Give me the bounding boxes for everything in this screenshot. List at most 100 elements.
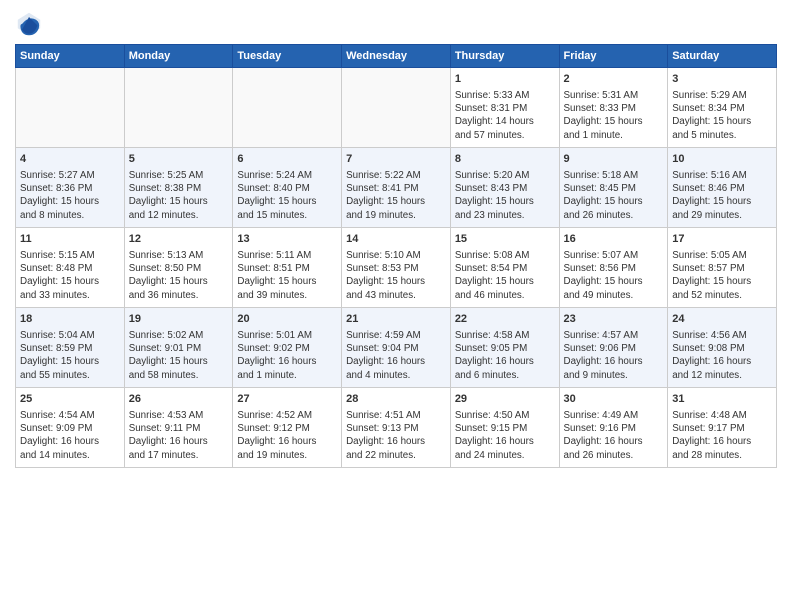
- day-cell: 12 Sunrise: 5:13 AM Sunset: 8:50 PM Dayli…: [124, 228, 233, 308]
- day-info: Sunrise: 4:48 AM Sunset: 9:17 PM Dayligh…: [672, 409, 772, 462]
- day-info: Sunrise: 5:16 AM Sunset: 8:46 PM Dayligh…: [672, 169, 772, 222]
- day-number: 20: [237, 312, 337, 327]
- day-cell: 15Sunrise: 5:08 AM Sunset: 8:54 PM Dayli…: [450, 228, 559, 308]
- day-number: 19: [129, 312, 229, 327]
- day-cell: 13Sunrise: 5:11 AM Sunset: 8:51 PM Dayli…: [233, 228, 342, 308]
- day-number: 4: [20, 152, 120, 167]
- day-number: 2: [564, 72, 664, 87]
- day-cell: 8 Sunrise: 5:20 AM Sunset: 8:43 PM Daylig…: [450, 148, 559, 228]
- day-cell: 27 Sunrise: 4:52 AM Sunset: 9:12 PM Dayli…: [233, 388, 342, 468]
- day-info: Sunrise: 5:13 AM Sunset: 8:50 PM Dayligh…: [129, 249, 229, 302]
- week-row-1: 4 Sunrise: 5:27 AM Sunset: 8:36 PM Daylig…: [16, 148, 777, 228]
- day-info: Sunrise: 5:02 AM Sunset: 9:01 PM Dayligh…: [129, 329, 229, 382]
- day-info: Sunrise: 4:53 AM Sunset: 9:11 PM Dayligh…: [129, 409, 229, 462]
- day-cell: 3 Sunrise: 5:29 AM Sunset: 8:34 PM Daylig…: [668, 68, 777, 148]
- day-cell: 18Sunrise: 5:04 AM Sunset: 8:59 PM Dayli…: [16, 308, 125, 388]
- page: SundayMondayTuesdayWednesdayThursdayFrid…: [0, 0, 792, 612]
- day-number: 12: [129, 232, 229, 247]
- day-cell: 9Sunrise: 5:18 AM Sunset: 8:45 PM Daylig…: [559, 148, 668, 228]
- day-number: 13: [237, 232, 337, 247]
- day-number: 31: [672, 392, 772, 407]
- day-cell: [16, 68, 125, 148]
- day-info: Sunrise: 5:01 AM Sunset: 9:02 PM Dayligh…: [237, 329, 337, 382]
- day-cell: 2 Sunrise: 5:31 AM Sunset: 8:33 PM Daylig…: [559, 68, 668, 148]
- day-number: 16: [564, 232, 664, 247]
- day-number: 23: [564, 312, 664, 327]
- day-info: Sunrise: 5:33 AM Sunset: 8:31 PM Dayligh…: [455, 89, 555, 142]
- day-cell: 31 Sunrise: 4:48 AM Sunset: 9:17 PM Dayli…: [668, 388, 777, 468]
- day-cell: 30 Sunrise: 4:49 AM Sunset: 9:16 PM Dayli…: [559, 388, 668, 468]
- day-info: Sunrise: 5:25 AM Sunset: 8:38 PM Dayligh…: [129, 169, 229, 222]
- day-number: 17: [672, 232, 772, 247]
- day-info: Sunrise: 4:58 AM Sunset: 9:05 PM Dayligh…: [455, 329, 555, 382]
- col-header-saturday: Saturday: [668, 45, 777, 68]
- day-info: Sunrise: 4:54 AM Sunset: 9:09 PM Dayligh…: [20, 409, 120, 462]
- day-cell: 10 Sunrise: 5:16 AM Sunset: 8:46 PM Dayli…: [668, 148, 777, 228]
- day-number: 8: [455, 152, 555, 167]
- header-row: SundayMondayTuesdayWednesdayThursdayFrid…: [16, 45, 777, 68]
- day-cell: 7 Sunrise: 5:22 AM Sunset: 8:41 PM Daylig…: [342, 148, 451, 228]
- day-number: 10: [672, 152, 772, 167]
- day-info: Sunrise: 5:29 AM Sunset: 8:34 PM Dayligh…: [672, 89, 772, 142]
- day-number: 25: [20, 392, 120, 407]
- logo: [15, 10, 47, 38]
- day-info: Sunrise: 4:56 AM Sunset: 9:08 PM Dayligh…: [672, 329, 772, 382]
- day-cell: 6 Sunrise: 5:24 AM Sunset: 8:40 PM Daylig…: [233, 148, 342, 228]
- day-number: 28: [346, 392, 446, 407]
- day-number: 21: [346, 312, 446, 327]
- day-info: Sunrise: 5:05 AM Sunset: 8:57 PM Dayligh…: [672, 249, 772, 302]
- day-cell: 17 Sunrise: 5:05 AM Sunset: 8:57 PM Dayli…: [668, 228, 777, 308]
- day-number: 3: [672, 72, 772, 87]
- day-cell: 16 Sunrise: 5:07 AM Sunset: 8:56 PM Dayli…: [559, 228, 668, 308]
- col-header-thursday: Thursday: [450, 45, 559, 68]
- day-cell: 14 Sunrise: 5:10 AM Sunset: 8:53 PM Dayli…: [342, 228, 451, 308]
- day-info: Sunrise: 5:24 AM Sunset: 8:40 PM Dayligh…: [237, 169, 337, 222]
- day-cell: 28Sunrise: 4:51 AM Sunset: 9:13 PM Dayli…: [342, 388, 451, 468]
- day-number: 29: [455, 392, 555, 407]
- day-info: Sunrise: 4:52 AM Sunset: 9:12 PM Dayligh…: [237, 409, 337, 462]
- day-number: 27: [237, 392, 337, 407]
- day-number: 7: [346, 152, 446, 167]
- logo-icon: [15, 10, 43, 38]
- week-row-3: 18Sunrise: 5:04 AM Sunset: 8:59 PM Dayli…: [16, 308, 777, 388]
- day-number: 6: [237, 152, 337, 167]
- day-info: Sunrise: 4:57 AM Sunset: 9:06 PM Dayligh…: [564, 329, 664, 382]
- day-number: 14: [346, 232, 446, 247]
- col-header-tuesday: Tuesday: [233, 45, 342, 68]
- day-number: 30: [564, 392, 664, 407]
- day-number: 26: [129, 392, 229, 407]
- col-header-sunday: Sunday: [16, 45, 125, 68]
- day-cell: 1Sunrise: 5:33 AM Sunset: 8:31 PM Daylig…: [450, 68, 559, 148]
- day-cell: 29 Sunrise: 4:50 AM Sunset: 9:15 PM Dayli…: [450, 388, 559, 468]
- day-info: Sunrise: 5:07 AM Sunset: 8:56 PM Dayligh…: [564, 249, 664, 302]
- day-cell: 23 Sunrise: 4:57 AM Sunset: 9:06 PM Dayli…: [559, 308, 668, 388]
- day-cell: 19 Sunrise: 5:02 AM Sunset: 9:01 PM Dayli…: [124, 308, 233, 388]
- day-cell: 5 Sunrise: 5:25 AM Sunset: 8:38 PM Daylig…: [124, 148, 233, 228]
- day-cell: [124, 68, 233, 148]
- day-cell: 20 Sunrise: 5:01 AM Sunset: 9:02 PM Dayli…: [233, 308, 342, 388]
- day-number: 24: [672, 312, 772, 327]
- week-row-4: 25 Sunrise: 4:54 AM Sunset: 9:09 PM Dayli…: [16, 388, 777, 468]
- day-info: Sunrise: 5:15 AM Sunset: 8:48 PM Dayligh…: [20, 249, 120, 302]
- day-info: Sunrise: 5:27 AM Sunset: 8:36 PM Dayligh…: [20, 169, 120, 222]
- col-header-friday: Friday: [559, 45, 668, 68]
- day-info: Sunrise: 5:04 AM Sunset: 8:59 PM Dayligh…: [20, 329, 120, 382]
- day-cell: 21 Sunrise: 4:59 AM Sunset: 9:04 PM Dayli…: [342, 308, 451, 388]
- col-header-wednesday: Wednesday: [342, 45, 451, 68]
- header: [15, 10, 777, 38]
- day-cell: 22 Sunrise: 4:58 AM Sunset: 9:05 PM Dayli…: [450, 308, 559, 388]
- day-cell: [233, 68, 342, 148]
- day-number: 11: [20, 232, 120, 247]
- day-info: Sunrise: 5:22 AM Sunset: 8:41 PM Dayligh…: [346, 169, 446, 222]
- week-row-0: 1Sunrise: 5:33 AM Sunset: 8:31 PM Daylig…: [16, 68, 777, 148]
- day-info: Sunrise: 5:31 AM Sunset: 8:33 PM Dayligh…: [564, 89, 664, 142]
- day-number: 5: [129, 152, 229, 167]
- day-cell: 24 Sunrise: 4:56 AM Sunset: 9:08 PM Dayli…: [668, 308, 777, 388]
- day-cell: 4 Sunrise: 5:27 AM Sunset: 8:36 PM Daylig…: [16, 148, 125, 228]
- day-info: Sunrise: 4:49 AM Sunset: 9:16 PM Dayligh…: [564, 409, 664, 462]
- day-info: Sunrise: 5:10 AM Sunset: 8:53 PM Dayligh…: [346, 249, 446, 302]
- day-info: Sunrise: 4:59 AM Sunset: 9:04 PM Dayligh…: [346, 329, 446, 382]
- day-number: 22: [455, 312, 555, 327]
- day-info: Sunrise: 4:50 AM Sunset: 9:15 PM Dayligh…: [455, 409, 555, 462]
- day-info: Sunrise: 5:20 AM Sunset: 8:43 PM Dayligh…: [455, 169, 555, 222]
